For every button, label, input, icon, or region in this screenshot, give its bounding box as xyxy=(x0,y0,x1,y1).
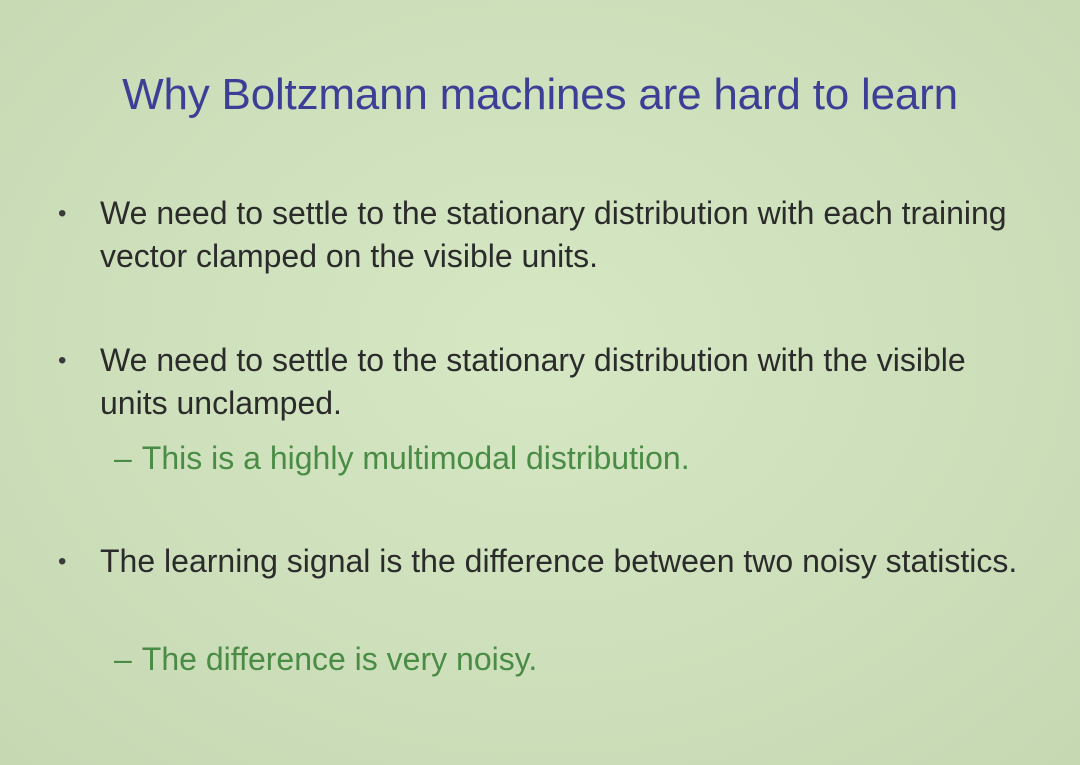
bullet-marker: • xyxy=(58,548,67,575)
bullet-text: The learning signal is the difference be… xyxy=(100,543,1018,579)
bullet-text: We need to settle to the stationary dist… xyxy=(100,342,966,421)
bullet-item-2: • We need to settle to the stationary di… xyxy=(58,339,1030,425)
slide: Why Boltzmann machines are hard to learn… xyxy=(0,0,1080,765)
bullet-marker: • xyxy=(58,347,67,374)
slide-title: Why Boltzmann machines are hard to learn xyxy=(122,70,958,119)
bullet-item-3: • The learning signal is the difference … xyxy=(58,540,1030,583)
sub-bullet-text: This is a highly multimodal distribution… xyxy=(141,440,690,476)
sub-bullet-marker: – xyxy=(114,440,132,476)
bullet-marker: • xyxy=(58,200,67,227)
bullet-item-1: • We need to settle to the stationary di… xyxy=(58,192,1030,278)
bullet-text: We need to settle to the stationary dist… xyxy=(100,195,1007,274)
sub-bullet-item-3-1: – The difference is very noisy. xyxy=(114,638,537,681)
sub-bullet-text: The difference is very noisy. xyxy=(141,641,538,677)
sub-bullet-marker: – xyxy=(114,641,132,677)
sub-bullet-item-2-1: – This is a highly multimodal distributio… xyxy=(114,437,690,480)
